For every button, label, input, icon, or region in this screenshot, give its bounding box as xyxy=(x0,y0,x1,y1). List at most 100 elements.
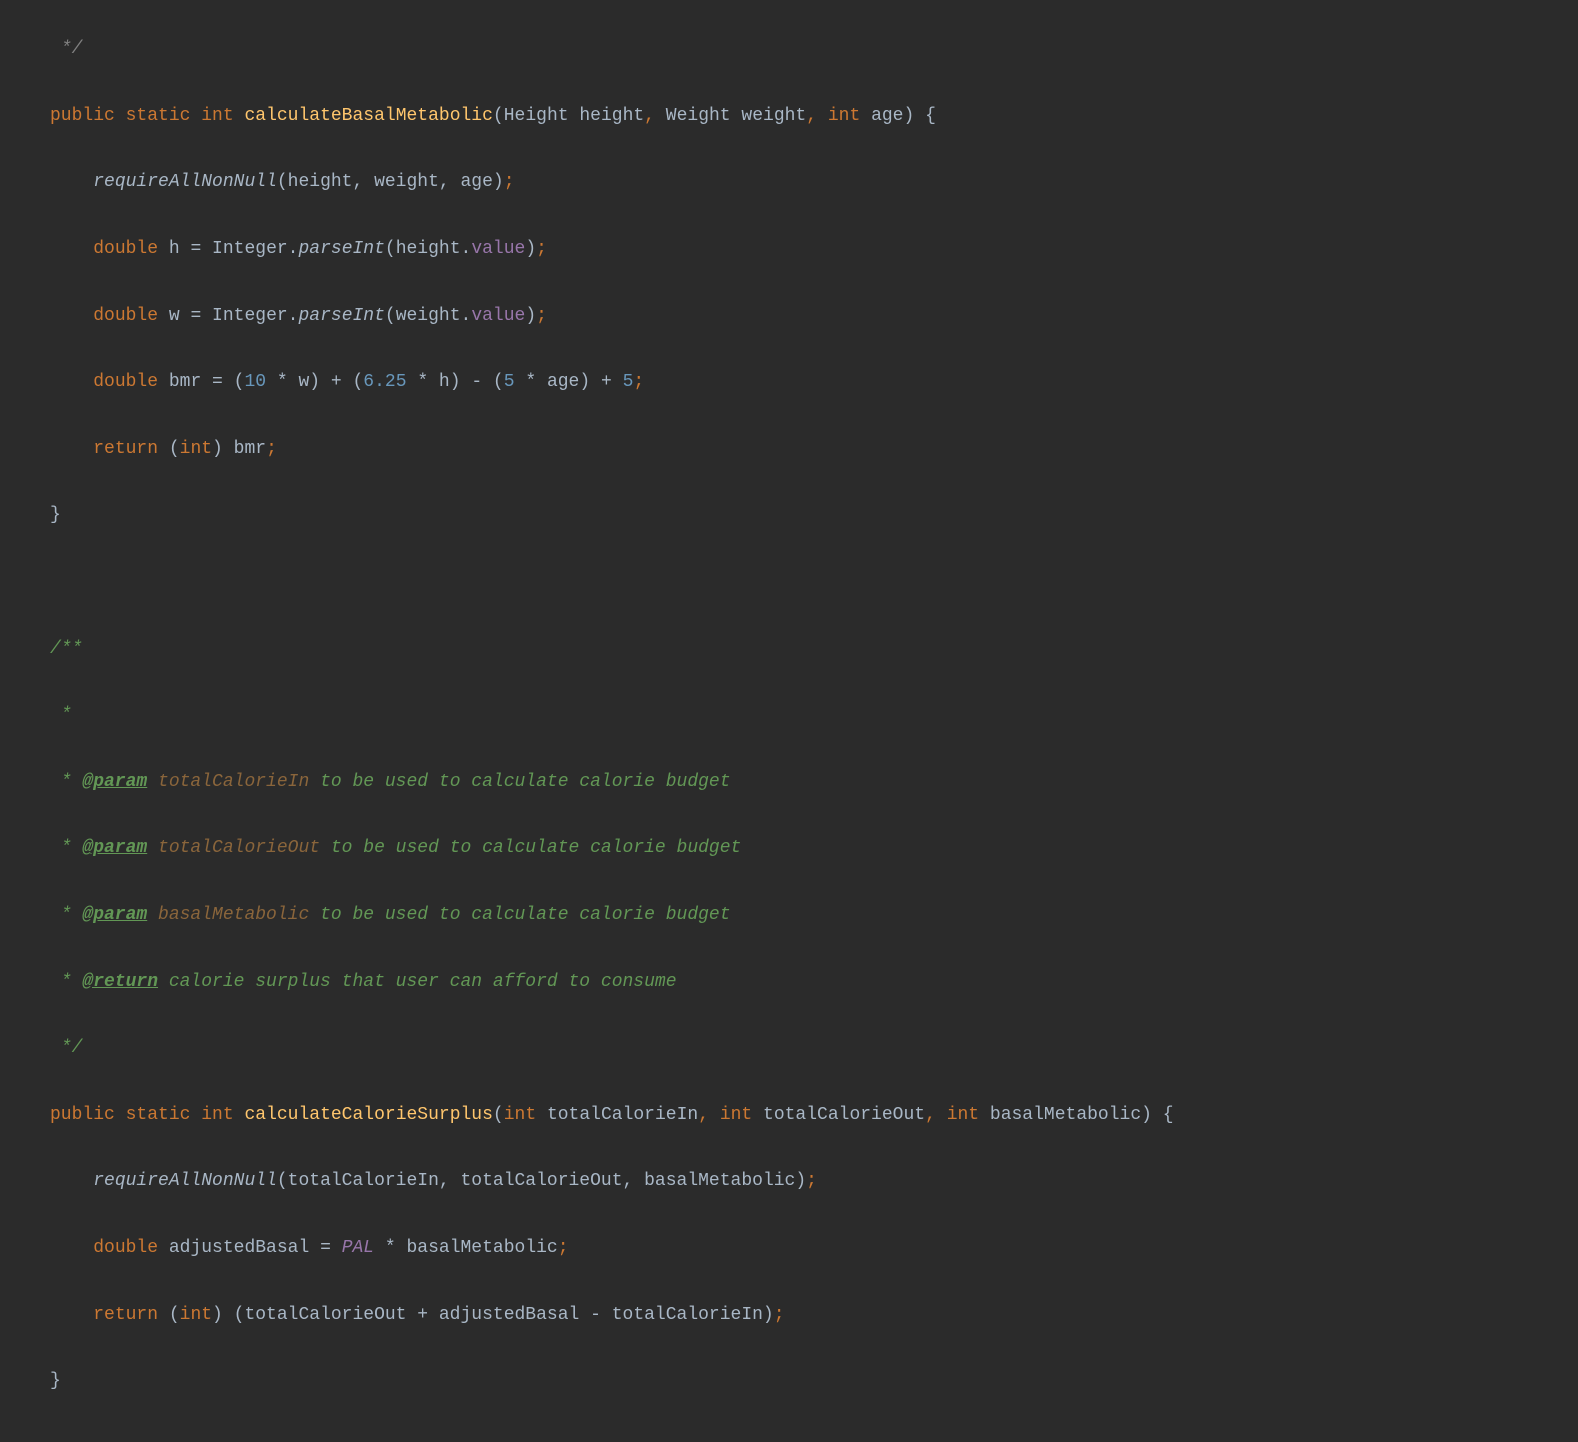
code-line: } xyxy=(50,1365,1578,1398)
text: * h) - ( xyxy=(407,372,504,392)
method-call: parseInt xyxy=(298,239,384,259)
method-name: calculateCalorieSurplus xyxy=(244,1105,492,1125)
code-line: double adjustedBasal = PAL * basalMetabo… xyxy=(50,1232,1578,1265)
javadoc-star: * xyxy=(50,772,82,792)
text: * w) + ( xyxy=(266,372,363,392)
code-line: double h = Integer.parseInt(height.value… xyxy=(50,233,1578,266)
param-name: basalMetabolic xyxy=(990,1105,1141,1125)
paren: ) xyxy=(1141,1105,1152,1125)
text: ( xyxy=(158,439,180,459)
param-name: totalCalorieOut xyxy=(763,1105,925,1125)
javadoc-tag: @param xyxy=(82,772,147,792)
semicolon: ; xyxy=(806,1171,817,1191)
keyword: public xyxy=(50,106,115,126)
comma: , xyxy=(644,106,655,126)
keyword: double xyxy=(93,239,158,259)
keyword: double xyxy=(93,306,158,326)
text: ) xyxy=(525,306,536,326)
keyword: double xyxy=(93,1238,158,1258)
code-line: double bmr = (10 * w) + (6.25 * h) - (5 … xyxy=(50,366,1578,399)
javadoc-param: totalCalorieOut xyxy=(158,838,320,858)
keyword: return xyxy=(93,1305,158,1325)
code-line: * @param basalMetabolic to be used to ca… xyxy=(50,899,1578,932)
code-line: return (int) bmr; xyxy=(50,433,1578,466)
paren: ( xyxy=(493,1105,504,1125)
comma: , xyxy=(698,1105,709,1125)
code-line: } xyxy=(50,499,1578,532)
method-call: requireAllNonNull xyxy=(93,172,277,192)
variable: adjustedBasal xyxy=(169,1238,309,1258)
text: = Integer. xyxy=(180,239,299,259)
javadoc-star: * xyxy=(50,705,72,725)
number: 5 xyxy=(504,372,515,392)
code-line: public static int calculateBasalMetaboli… xyxy=(50,100,1578,133)
javadoc-tag: @return xyxy=(82,972,158,992)
javadoc-tag: @param xyxy=(82,838,147,858)
semicolon: ; xyxy=(536,239,547,259)
variable: h xyxy=(169,239,180,259)
semicolon: ; xyxy=(266,439,277,459)
javadoc-desc: to be used to calculate calorie budget xyxy=(309,905,730,925)
code-line: * xyxy=(50,699,1578,732)
brace: { xyxy=(914,106,936,126)
text: (weight. xyxy=(385,306,471,326)
param-name: weight xyxy=(741,106,806,126)
method-name: calculateBasalMetabolic xyxy=(244,106,492,126)
text: ) (totalCalorieOut + adjustedBasal - tot… xyxy=(212,1305,774,1325)
param-name: height xyxy=(579,106,644,126)
comma: , xyxy=(806,106,817,126)
javadoc-param: basalMetabolic xyxy=(158,905,309,925)
code-line: */ xyxy=(50,33,1578,66)
code-line: /** xyxy=(50,633,1578,666)
keyword: int xyxy=(180,439,212,459)
keyword: double xyxy=(93,372,158,392)
keyword: static xyxy=(126,106,191,126)
param-type: Height xyxy=(504,106,569,126)
comment-end: */ xyxy=(50,39,82,59)
comma: , xyxy=(925,1105,936,1125)
constant: PAL xyxy=(342,1238,374,1258)
field: value xyxy=(471,306,525,326)
code-line: public static int calculateCalorieSurplu… xyxy=(50,1099,1578,1132)
number: 10 xyxy=(244,372,266,392)
code-line: double w = Integer.parseInt(weight.value… xyxy=(50,300,1578,333)
brace: } xyxy=(50,1371,61,1391)
keyword: int xyxy=(180,1305,212,1325)
code-line: requireAllNonNull(totalCalorieIn, totalC… xyxy=(50,1165,1578,1198)
args: (totalCalorieIn, totalCalorieOut, basalM… xyxy=(277,1171,806,1191)
text: ) bmr xyxy=(212,439,266,459)
brace: { xyxy=(1152,1105,1174,1125)
code-line: return (int) (totalCalorieOut + adjusted… xyxy=(50,1299,1578,1332)
method-call: parseInt xyxy=(298,306,384,326)
brace: } xyxy=(50,505,61,525)
javadoc-star: * xyxy=(50,972,82,992)
keyword: static xyxy=(126,1105,191,1125)
javadoc-desc: to be used to calculate calorie budget xyxy=(320,838,741,858)
semicolon: ; xyxy=(558,1238,569,1258)
number: 5 xyxy=(623,372,634,392)
javadoc-desc: to be used to calculate calorie budget xyxy=(309,772,730,792)
text: (height. xyxy=(385,239,471,259)
param-name: totalCalorieIn xyxy=(547,1105,698,1125)
text: ( xyxy=(158,1305,180,1325)
variable: bmr xyxy=(169,372,201,392)
javadoc-star: * xyxy=(50,905,82,925)
javadoc-star: * xyxy=(50,838,82,858)
keyword: public xyxy=(50,1105,115,1125)
code-line: * @return calorie surplus that user can … xyxy=(50,966,1578,999)
text: = Integer. xyxy=(180,306,299,326)
paren: ) xyxy=(903,106,914,126)
blank-line xyxy=(50,566,1578,599)
param-type: int xyxy=(504,1105,536,1125)
text: * age) + xyxy=(515,372,623,392)
keyword: return xyxy=(93,439,158,459)
javadoc-close: */ xyxy=(50,1038,82,1058)
args: (height, weight, age) xyxy=(277,172,504,192)
keyword: int xyxy=(201,1105,233,1125)
code-editor[interactable]: */ public static int calculateBasalMetab… xyxy=(0,0,1578,1432)
text: * basalMetabolic xyxy=(374,1238,558,1258)
code-line: */ xyxy=(50,1032,1578,1065)
text: = xyxy=(309,1238,341,1258)
param-type: Weight xyxy=(666,106,731,126)
param-type: int xyxy=(947,1105,979,1125)
